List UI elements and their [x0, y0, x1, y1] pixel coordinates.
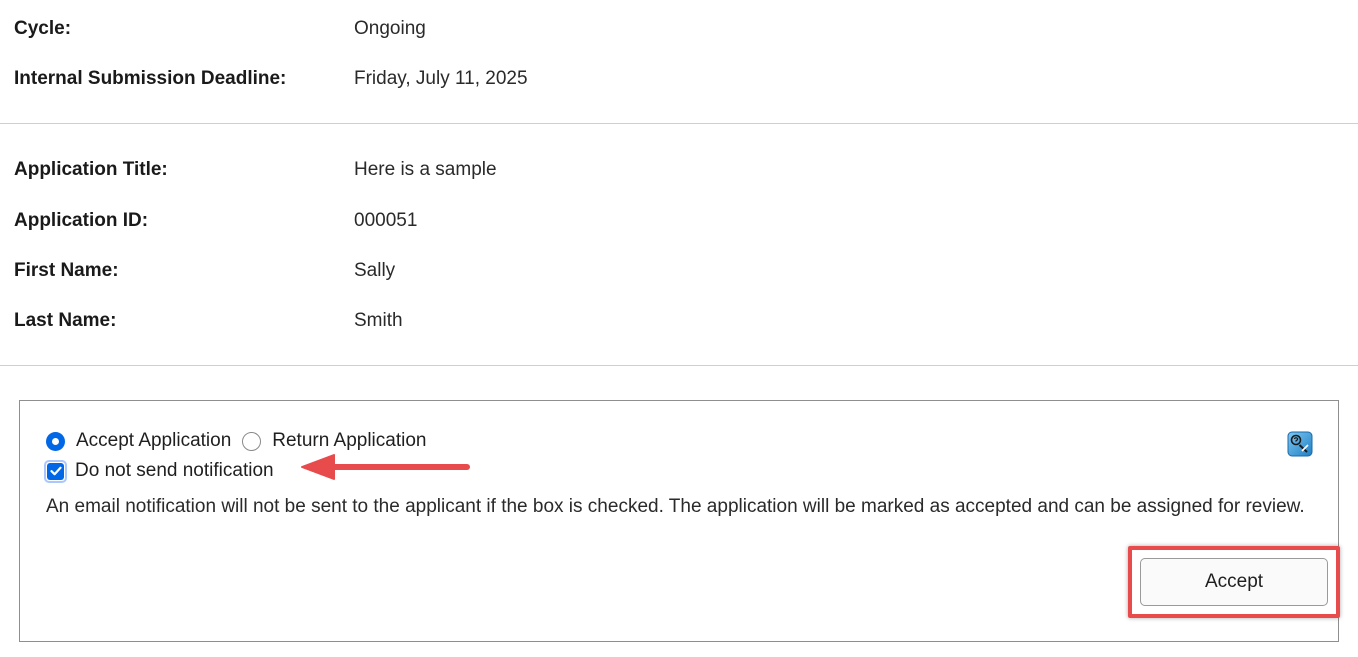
accept-application-radio[interactable] — [46, 431, 65, 451]
checkmark-icon — [47, 462, 64, 480]
help-icon[interactable] — [1287, 431, 1313, 457]
application-title-label: Application Title: — [14, 159, 168, 180]
deadline-label: Internal Submission Deadline: — [14, 68, 287, 89]
accept-button-highlight: Accept — [1128, 546, 1340, 618]
application-title-value: Here is a sample — [354, 159, 497, 180]
section-divider — [0, 123, 1358, 124]
annotation-arrow-icon — [301, 454, 470, 480]
return-application-radio[interactable] — [242, 431, 262, 451]
cycle-value: Ongoing — [354, 18, 426, 39]
accept-button[interactable]: Accept — [1140, 558, 1328, 606]
accept-application-label[interactable]: Accept Application — [76, 429, 231, 453]
return-application-label[interactable]: Return Application — [272, 429, 426, 453]
first-name-label: First Name: — [14, 260, 119, 281]
application-id-label: Application ID: — [14, 210, 149, 231]
decision-panel: Accept Application Return Application Do… — [19, 400, 1340, 642]
notification-note: An email notification will not be sent t… — [46, 496, 1305, 517]
application-id-value: 000051 — [354, 210, 418, 231]
do-not-send-notification-checkbox[interactable] — [44, 459, 67, 483]
last-name-label: Last Name: — [14, 310, 117, 331]
do-not-send-notification-label[interactable]: Do not send notification — [75, 459, 274, 483]
section-divider — [0, 365, 1358, 366]
decision-radio-group: Accept Application Return Application — [46, 429, 437, 453]
last-name-value: Smith — [354, 310, 403, 331]
notification-option: Do not send notification — [44, 459, 274, 483]
deadline-value: Friday, July 11, 2025 — [354, 68, 528, 89]
first-name-value: Sally — [354, 260, 396, 281]
cycle-label: Cycle: — [14, 18, 72, 39]
